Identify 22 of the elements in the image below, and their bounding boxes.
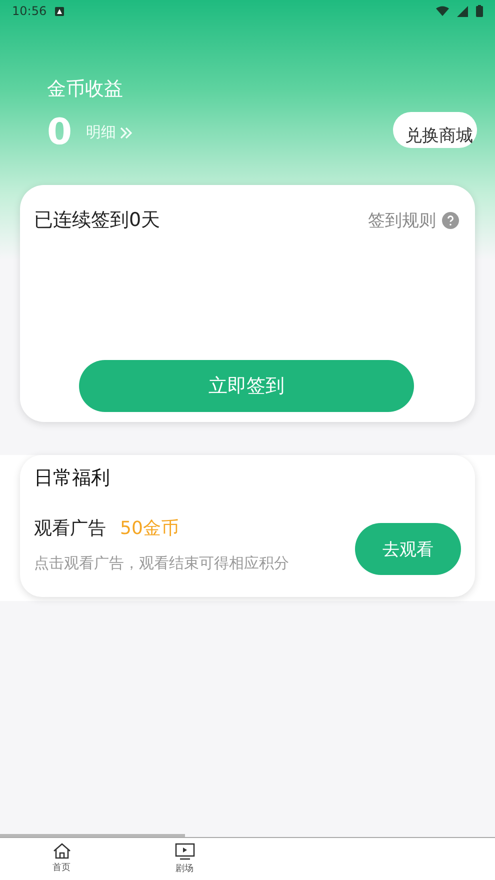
- streak-text: 已连续签到0天: [34, 208, 160, 233]
- double-chevron-icon: [119, 126, 134, 138]
- task-name: 观看广告: [34, 516, 106, 540]
- coin-amount: 0: [47, 112, 72, 153]
- section-title: 金币收益: [47, 77, 124, 102]
- nav-tab[interactable]: 首页: [0, 838, 123, 880]
- help-icon: [442, 212, 459, 228]
- notification-icon: [54, 6, 64, 16]
- nav-tab[interactable]: 剧场: [123, 838, 246, 880]
- task-reward: 50金币: [120, 516, 179, 540]
- sign-in-button[interactable]: 立即签到: [79, 360, 414, 412]
- battery-icon: [476, 5, 483, 17]
- home-icon: [52, 843, 70, 859]
- wifi-icon: [436, 6, 449, 16]
- watch-button[interactable]: 去观看: [355, 523, 461, 575]
- daily-title: 日常福利: [34, 466, 111, 491]
- shop-button[interactable]: 兑换商城: [393, 112, 477, 153]
- signal-icon: [457, 6, 468, 16]
- rules-link[interactable]: 签到规则: [368, 208, 459, 232]
- task-description: 点击观看广告，观看结束可得相应积分: [34, 554, 289, 572]
- play-screen-icon: [174, 843, 194, 860]
- status-time: 10:56: [12, 4, 47, 18]
